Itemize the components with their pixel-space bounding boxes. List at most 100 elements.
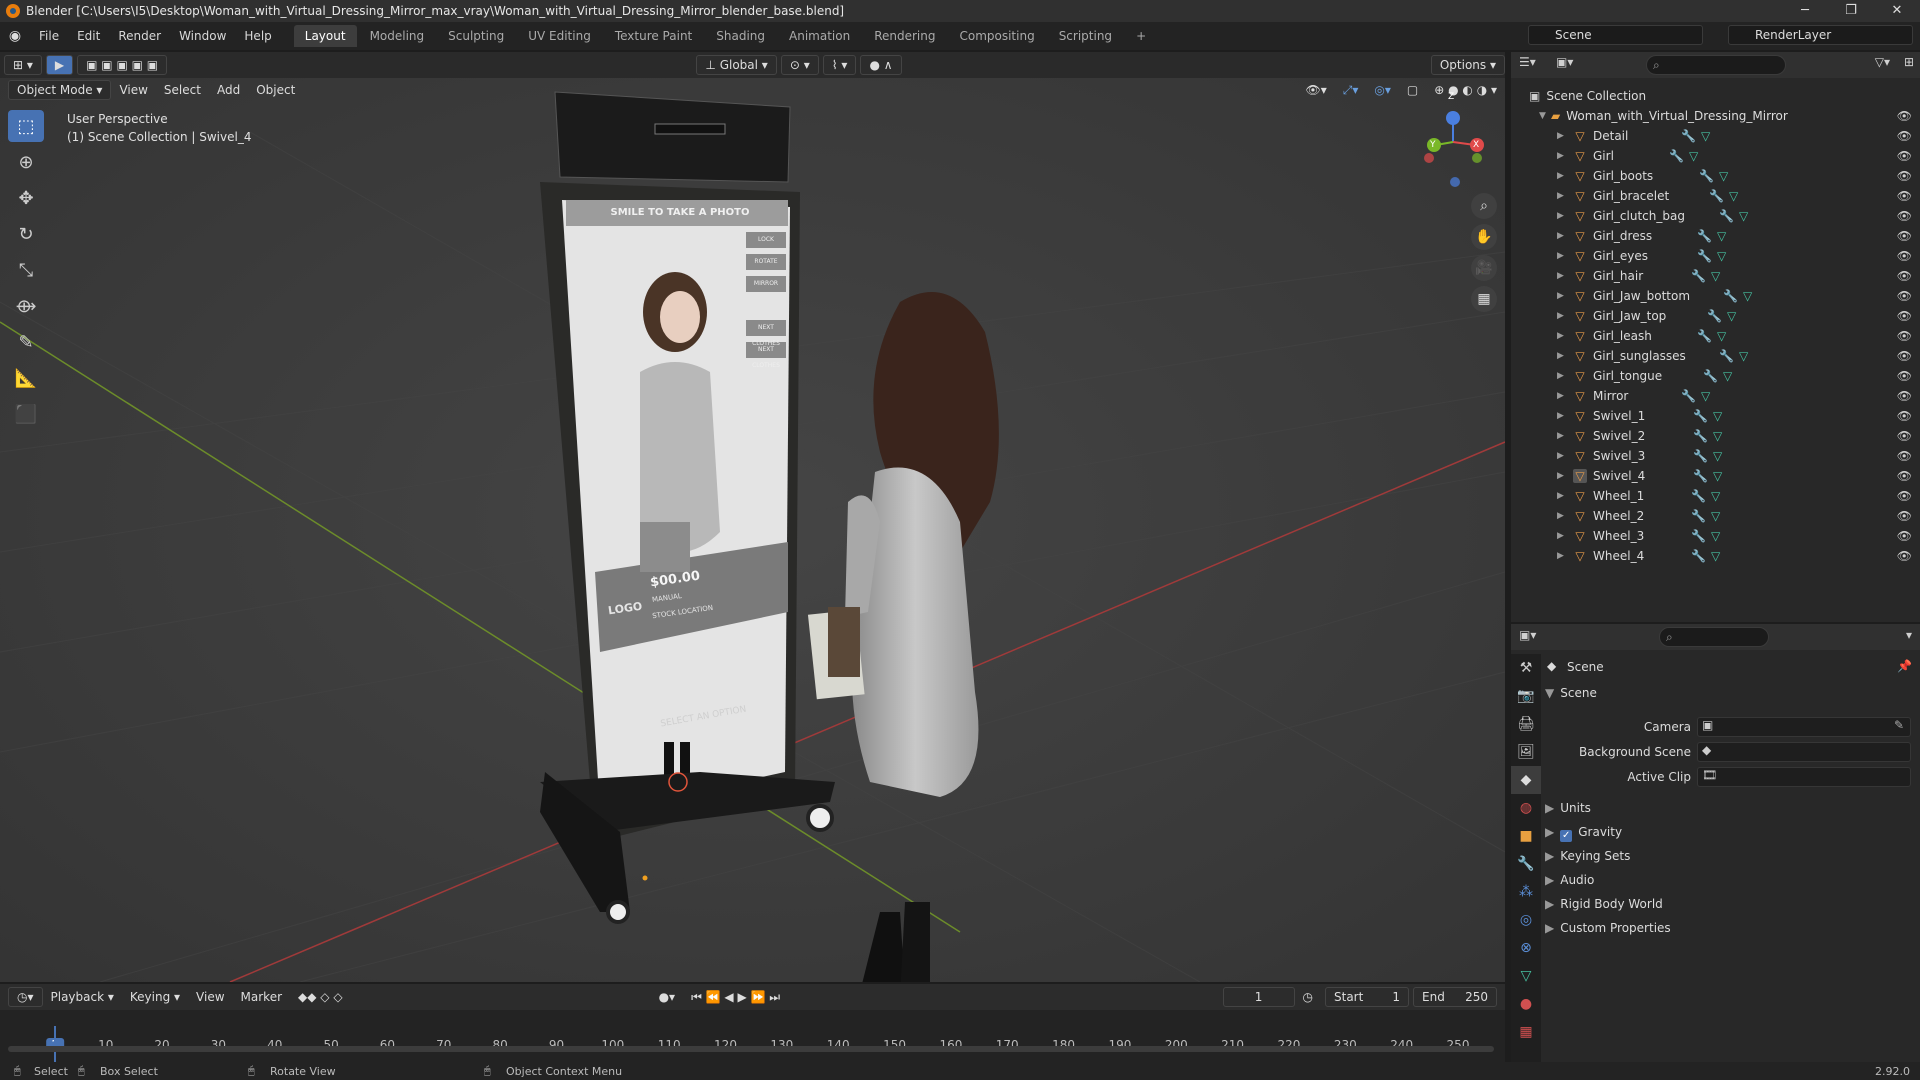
audio-panel-header[interactable]: ▶ Audio — [1545, 869, 1915, 891]
outliner-item-girl-bracelet[interactable]: ▶ ▽ Girl_bracelet 🔧 ▽ 👁 — [1511, 186, 1920, 206]
transform-orientation-dropdown[interactable]: ⊥ Global ▾ — [696, 55, 777, 75]
tab-compositing[interactable]: Compositing — [948, 25, 1045, 47]
expand-arrow-icon[interactable]: ▶ — [1557, 191, 1569, 201]
visibility-eye-icon[interactable]: 👁 — [1897, 349, 1912, 363]
mesh-data-icon[interactable]: ▽ — [1739, 349, 1748, 363]
outliner-item-detail[interactable]: ▶ ▽ Detail 🔧 ▽ 👁 — [1511, 126, 1920, 146]
visibility-eye-icon[interactable]: 👁 — [1897, 249, 1912, 263]
mesh-data-icon[interactable]: ▽ — [1713, 429, 1722, 443]
expand-arrow-icon[interactable]: ▶ — [1557, 151, 1569, 161]
outliner-item-girl-hair[interactable]: ▶ ▽ Girl_hair 🔧 ▽ 👁 — [1511, 266, 1920, 286]
expand-arrow-icon[interactable]: ▶ — [1557, 531, 1569, 541]
outliner-item-girl-jaw-bottom[interactable]: ▶ ▽ Girl_Jaw_bottom 🔧 ▽ 👁 — [1511, 286, 1920, 306]
expand-arrow-icon[interactable]: ▶ — [1557, 471, 1569, 481]
visibility-eye-icon[interactable]: 👁 — [1897, 309, 1912, 323]
annotate-tool-icon[interactable]: ✎ — [8, 326, 44, 358]
modifier-icon[interactable]: 🔧 — [1691, 549, 1706, 563]
scene-selector[interactable]: Scene — [1528, 25, 1703, 45]
modifier-icon[interactable]: 🔧 — [1697, 329, 1712, 343]
visibility-eye-icon[interactable]: 👁 — [1897, 129, 1912, 143]
rotate-tool-icon[interactable]: ↻ — [8, 218, 44, 250]
expand-arrow-icon[interactable]: ▶ — [1557, 451, 1569, 461]
modifier-tab-icon[interactable]: 🔧 — [1511, 850, 1541, 878]
expand-arrow-icon[interactable]: ▶ — [1557, 411, 1569, 421]
collapse-arrow-icon[interactable]: ▼ — [1539, 111, 1551, 121]
mesh-data-icon[interactable]: ▽ — [1713, 469, 1722, 483]
outliner-item-swivel-4[interactable]: ▶ ▽ Swivel_4 🔧 ▽ 👁 — [1511, 466, 1920, 486]
selection-mode-buttons[interactable]: ▣ ▣ ▣ ▣ ▣ — [77, 55, 168, 75]
modifier-icon[interactable]: 🔧 — [1723, 289, 1738, 303]
visibility-eye-icon[interactable]: 👁 — [1897, 329, 1912, 343]
modifier-icon[interactable]: 🔧 — [1691, 489, 1706, 503]
overlay-toggle-icon[interactable]: ◎▾ — [1366, 80, 1399, 100]
menu-edit[interactable]: Edit — [68, 22, 109, 50]
mesh-data-icon[interactable]: ▽ — [1723, 369, 1732, 383]
visibility-eye-icon[interactable]: 👁 — [1897, 369, 1912, 383]
close-button[interactable]: ✕ — [1874, 0, 1920, 22]
eyedropper-icon[interactable]: ✎ — [1894, 718, 1904, 732]
visibility-eye-icon[interactable]: 👁 — [1897, 209, 1912, 223]
data-tab-icon[interactable]: ▽ — [1511, 962, 1541, 990]
outliner-item-wheel-4[interactable]: ▶ ▽ Wheel_4 🔧 ▽ 👁 — [1511, 546, 1920, 566]
menu-window[interactable]: Window — [170, 22, 235, 50]
outliner-item-girl-jaw-top[interactable]: ▶ ▽ Girl_Jaw_top 🔧 ▽ 👁 — [1511, 306, 1920, 326]
gizmo-toggle-icon[interactable]: ⤢▾ — [1335, 80, 1367, 100]
visibility-icon[interactable]: 👁▾ — [1298, 80, 1335, 100]
timeline-menu-marker[interactable]: Marker — [233, 987, 290, 1007]
options-dropdown[interactable]: Options ▾ — [1430, 55, 1505, 75]
keying-sets-panel-header[interactable]: ▶ Keying Sets — [1545, 845, 1915, 867]
timeline-editor-icon[interactable]: ◷▾ — [8, 987, 43, 1007]
keyframe-icons[interactable]: ◆◆ ◇ ◇ — [290, 987, 351, 1007]
viewport-menu-select[interactable]: Select — [156, 80, 209, 100]
measure-tool-icon[interactable]: 📐 — [8, 362, 44, 394]
modifier-icon[interactable]: 🔧 — [1707, 309, 1722, 323]
modifier-icon[interactable]: 🔧 — [1703, 369, 1718, 383]
modifier-icon[interactable]: 🔧 — [1691, 509, 1706, 523]
modifier-icon[interactable]: 🔧 — [1709, 189, 1724, 203]
menu-file[interactable]: File — [30, 22, 68, 50]
mesh-data-icon[interactable]: ▽ — [1719, 169, 1728, 183]
material-tab-icon[interactable]: ● — [1511, 990, 1541, 1018]
units-panel-header[interactable]: ▶ Units — [1545, 797, 1915, 819]
tab-scripting[interactable]: Scripting — [1048, 25, 1123, 47]
mesh-data-icon[interactable]: ▽ — [1711, 269, 1720, 283]
add-cube-tool-icon[interactable]: ⬛ — [8, 398, 44, 430]
expand-arrow-icon[interactable]: ▶ — [1557, 331, 1569, 341]
visibility-eye-icon[interactable]: 👁 — [1897, 429, 1912, 443]
world-tab-icon[interactable]: ◍ — [1511, 794, 1541, 822]
outliner-collection[interactable]: ▼ ▰ Woman_with_Virtual_Dressing_Mirror 👁 — [1511, 106, 1920, 126]
modifier-icon[interactable]: 🔧 — [1719, 209, 1734, 223]
gravity-panel-header[interactable]: ▶ ✓ Gravity — [1545, 821, 1915, 843]
filter-icon[interactable]: ▽▾ — [1875, 55, 1890, 69]
mesh-data-icon[interactable]: ▽ — [1743, 289, 1752, 303]
menu-render[interactable]: Render — [109, 22, 170, 50]
pivot-point-dropdown[interactable]: ⊙ ▾ — [780, 55, 819, 75]
outliner-scene-collection[interactable]: ▣ Scene Collection — [1511, 86, 1920, 106]
timeline-menu-view[interactable]: View — [188, 987, 232, 1007]
move-tool-icon[interactable]: ✥ — [8, 182, 44, 214]
visibility-eye-icon[interactable]: 👁 — [1897, 529, 1912, 543]
object-tab-icon[interactable]: ■ — [1511, 822, 1541, 850]
expand-arrow-icon[interactable]: ▶ — [1557, 231, 1569, 241]
mesh-data-icon[interactable]: ▽ — [1711, 509, 1720, 523]
texture-tab-icon[interactable]: ▦ — [1511, 1018, 1541, 1046]
modifier-icon[interactable]: 🔧 — [1697, 249, 1712, 263]
expand-arrow-icon[interactable]: ▶ — [1557, 431, 1569, 441]
outliner-item-girl-boots[interactable]: ▶ ▽ Girl_boots 🔧 ▽ 👁 — [1511, 166, 1920, 186]
view-layer-tab-icon[interactable]: 🖼 — [1511, 738, 1541, 766]
visibility-eye-icon[interactable]: 👁 — [1897, 469, 1912, 483]
auto-key-record-icon[interactable]: ●▾ — [651, 987, 684, 1007]
constraints-tab-icon[interactable]: ⊗ — [1511, 934, 1541, 962]
tool-tab-icon[interactable]: ⚒ — [1511, 654, 1541, 682]
modifier-icon[interactable]: 🔧 — [1697, 229, 1712, 243]
mesh-data-icon[interactable]: ▽ — [1739, 209, 1748, 223]
visibility-eye-icon[interactable]: 👁 — [1897, 149, 1912, 163]
outliner-search-input[interactable]: ⌕ — [1646, 55, 1786, 75]
scale-tool-icon[interactable]: ⤡ — [8, 254, 44, 286]
visibility-eye-icon[interactable]: 👁 — [1897, 409, 1912, 423]
xray-toggle-icon[interactable]: ▢ — [1399, 80, 1426, 100]
visibility-eye-icon[interactable]: 👁 — [1897, 549, 1912, 563]
outliner-item-girl[interactable]: ▶ ▽ Girl 🔧 ▽ 👁 — [1511, 146, 1920, 166]
pan-hand-icon[interactable]: ✋ — [1471, 224, 1497, 250]
tab-layout[interactable]: Layout — [293, 25, 357, 47]
